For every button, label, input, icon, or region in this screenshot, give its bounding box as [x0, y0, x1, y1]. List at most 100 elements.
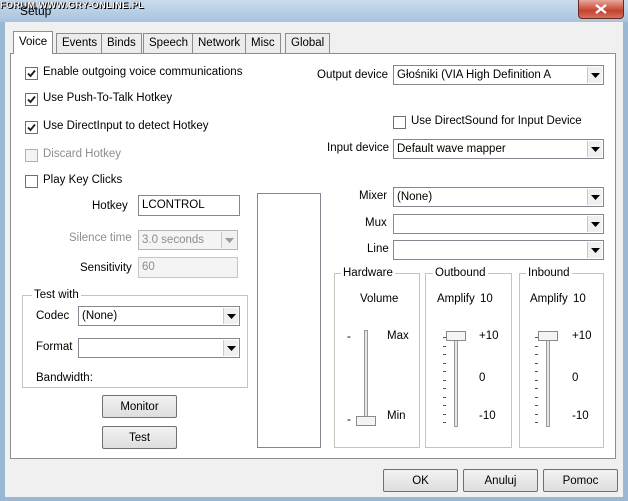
outbound-plus-label: +10: [479, 330, 499, 342]
monitor-button[interactable]: Monitor: [102, 395, 177, 418]
slider-tick: [535, 345, 538, 347]
help-button[interactable]: Pomoc: [543, 469, 618, 492]
inbound-plus-label: +10: [572, 330, 592, 342]
checkmark-icon: [27, 123, 36, 132]
chevron-down-icon: [221, 232, 236, 248]
checkmark-icon: [27, 95, 36, 104]
ok-button[interactable]: OK: [383, 469, 458, 492]
outbound-slider-track[interactable]: [454, 332, 458, 427]
slider-tick: [535, 379, 538, 381]
outbound-title: Outbound: [433, 267, 488, 279]
mixer-select[interactable]: (None): [393, 187, 604, 207]
slider-tick: [535, 371, 538, 372]
enable-outgoing-checkbox[interactable]: [25, 67, 38, 80]
discard-hotkey-checkbox[interactable]: [25, 149, 38, 162]
slider-tick: [443, 345, 446, 347]
slider-tick: [535, 362, 538, 364]
output-device-select[interactable]: Głośniki (VIA High Definition A: [393, 65, 604, 85]
sensitivity-field[interactable]: 60: [138, 257, 238, 278]
slider-tick: [443, 371, 446, 372]
slider-tick: [535, 396, 538, 398]
directinput-checkbox[interactable]: [25, 121, 38, 134]
checkmark-icon: [27, 69, 36, 78]
chevron-down-icon: [587, 67, 602, 83]
slider-tick: [535, 388, 538, 389]
test-with-title: Test with: [32, 289, 81, 301]
output-device-value: Głośniki (VIA High Definition A: [397, 69, 552, 81]
outbound-slider-thumb[interactable]: [446, 331, 466, 341]
outbound-amplify-label: Amplify: [437, 293, 475, 305]
bandwidth-label: Bandwidth:: [36, 372, 93, 384]
volume-dash-top: -: [347, 331, 351, 343]
slider-tick: [535, 405, 538, 406]
mixer-value: (None): [397, 191, 433, 203]
inbound-slider-track[interactable]: [546, 332, 550, 427]
inbound-amplify-label: Amplify: [530, 293, 568, 305]
line-select[interactable]: [393, 240, 604, 260]
outbound-zero-label: 0: [479, 372, 486, 384]
sensitivity-label: Sensitivity: [80, 262, 132, 274]
codec-select[interactable]: (None): [78, 306, 240, 326]
inbound-slider-thumb[interactable]: [538, 331, 558, 341]
hotkey-field[interactable]: LCONTROL: [138, 195, 240, 216]
silence-time-select[interactable]: 3.0 seconds: [138, 230, 238, 250]
test-button[interactable]: Test: [102, 426, 177, 449]
slider-tick: [535, 422, 538, 423]
chevron-down-icon: [587, 242, 602, 258]
input-device-value: Default wave mapper: [397, 143, 506, 155]
slider-tick: [535, 354, 538, 355]
inbound-minus-label: -10: [572, 410, 589, 422]
volume-dash-bottom: -: [347, 414, 351, 426]
use-directsound-checkbox[interactable]: [393, 116, 406, 129]
volume-label: Volume: [360, 293, 399, 305]
outbound-amplify-value: 10: [480, 293, 493, 305]
volume-min-label: Min: [387, 410, 406, 422]
play-key-clicks-label: Play Key Clicks: [43, 174, 123, 186]
input-device-select[interactable]: Default wave mapper: [393, 139, 604, 159]
format-select[interactable]: [78, 338, 240, 358]
slider-tick: [443, 422, 446, 423]
codec-label: Codec: [36, 310, 70, 322]
slider-tick: [443, 396, 446, 398]
inbound-amplify-value: 10: [573, 293, 586, 305]
level-listbox[interactable]: [257, 193, 321, 448]
mux-select[interactable]: [393, 214, 604, 234]
volume-slider-thumb[interactable]: [356, 416, 376, 426]
hotkey-label: Hotkey: [92, 200, 128, 212]
slider-tick: [443, 405, 446, 406]
play-key-clicks-checkbox[interactable]: [25, 175, 38, 188]
slider-tick: [443, 388, 446, 389]
line-label: Line: [367, 243, 389, 255]
silence-time-label: Silence time: [69, 232, 132, 244]
slider-tick: [443, 379, 446, 381]
chevron-down-icon: [587, 189, 602, 205]
mixer-label: Mixer: [359, 190, 388, 202]
hardware-title: Hardware: [341, 267, 395, 279]
outbound-minus-label: -10: [479, 410, 496, 422]
silence-time-value: 3.0 seconds: [142, 234, 205, 246]
push-to-talk-checkbox[interactable]: [25, 93, 38, 106]
slider-tick: [443, 337, 446, 338]
chevron-down-icon: [587, 216, 602, 232]
inbound-title: Inbound: [526, 267, 572, 279]
slider-tick: [443, 413, 446, 415]
output-device-label: Output device: [317, 69, 388, 81]
format-label: Format: [36, 341, 73, 353]
slider-tick: [535, 413, 538, 415]
enable-outgoing-label: Enable outgoing voice communications: [43, 66, 243, 78]
volume-max-label: Max: [387, 330, 409, 342]
cancel-button[interactable]: Anuluj: [463, 469, 538, 492]
chevron-down-icon: [587, 141, 602, 157]
volume-slider-track[interactable]: [364, 330, 368, 425]
codec-value: (None): [82, 310, 118, 322]
mux-label: Mux: [365, 217, 387, 229]
slider-tick: [443, 362, 446, 364]
slider-tick: [535, 337, 538, 338]
slider-tick: [443, 354, 446, 355]
chevron-down-icon: [223, 308, 238, 324]
directinput-label: Use DirectInput to detect Hotkey: [43, 120, 209, 132]
use-directsound-label: Use DirectSound for Input Device: [411, 115, 582, 127]
inbound-zero-label: 0: [572, 372, 579, 384]
input-device-label: Input device: [327, 142, 390, 154]
discard-hotkey-label: Discard Hotkey: [43, 148, 121, 160]
